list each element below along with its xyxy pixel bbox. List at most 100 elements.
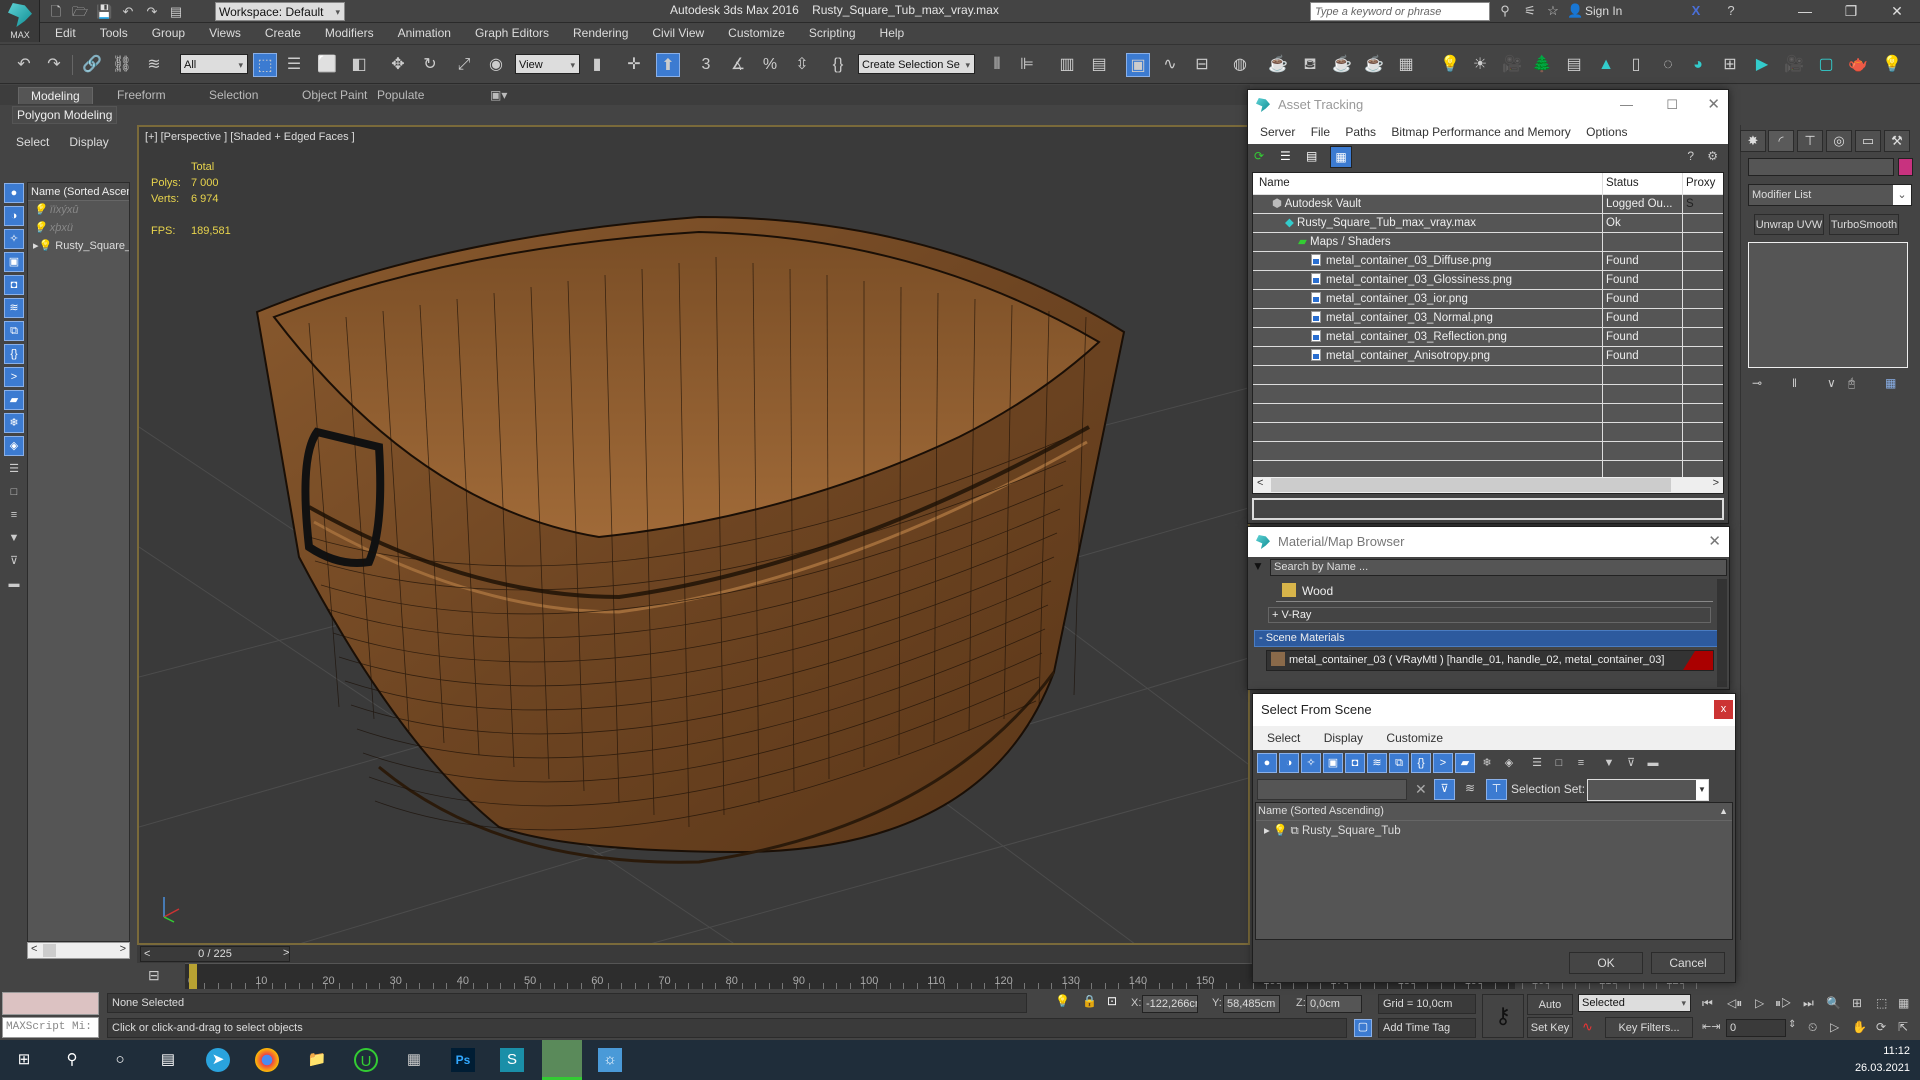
- vray-vfb-icon[interactable]: ◕: [1686, 53, 1710, 77]
- help-icon[interactable]: ?: [1723, 2, 1739, 20]
- binoculars-icon[interactable]: ⚲: [1497, 2, 1513, 20]
- object-name-field[interactable]: [1748, 158, 1894, 176]
- menu-graph-editors[interactable]: Graph Editors: [475, 23, 549, 44]
- camera-icon[interactable]: 🎥: [1500, 53, 1524, 77]
- list-item[interactable]: ▸💡 Rusty_Square_Tub: [28, 237, 129, 255]
- advanced-filter-icon[interactable]: ⊽: [1621, 753, 1641, 773]
- set-key-button[interactable]: Set Key: [1527, 1017, 1573, 1038]
- browser-vertical-scrollbar[interactable]: [1717, 579, 1727, 687]
- asset-row[interactable]: ◆ Rusty_Square_Tub_max_vray.max Ok: [1253, 214, 1723, 233]
- teapot-icon[interactable]: 🫖: [1846, 53, 1870, 77]
- photoshop-icon[interactable]: Ps: [451, 1048, 475, 1072]
- curve-editor-key-icon[interactable]: ∿: [1582, 1019, 1593, 1035]
- pivot-center-icon[interactable]: ▮: [585, 53, 609, 77]
- previous-frame-icon[interactable]: ◁⏸: [1727, 996, 1742, 1011]
- bones-filter-icon[interactable]: >: [4, 367, 24, 387]
- asset-row[interactable]: metal_container_03_Normal.png Found: [1253, 309, 1723, 328]
- scroll-right-icon[interactable]: >: [1713, 477, 1719, 489]
- percent-snap-icon[interactable]: %: [758, 53, 782, 77]
- spinner-snap-icon[interactable]: ⇳: [790, 53, 814, 77]
- explorer-menu-display[interactable]: Display: [69, 135, 108, 149]
- column-status[interactable]: Status: [1603, 173, 1683, 194]
- tree-list-icon[interactable]: ▤: [1562, 53, 1586, 77]
- frozen-filter-icon[interactable]: ❄: [1477, 753, 1497, 773]
- sign-in-button[interactable]: Sign In: [1585, 4, 1622, 18]
- minimize-button[interactable]: —: [1782, 0, 1828, 23]
- edit-named-selection-icon[interactable]: {}: [826, 53, 850, 77]
- telegram-icon[interactable]: ➤: [206, 1048, 230, 1072]
- menu-rendering[interactable]: Rendering: [573, 23, 628, 44]
- 3dsmax-taskbar-icon[interactable]: [542, 1040, 582, 1080]
- bones-filter-icon[interactable]: >: [1433, 753, 1453, 773]
- key-filters-button[interactable]: Key Filters...: [1605, 1017, 1693, 1038]
- menu-animation[interactable]: Animation: [398, 23, 451, 44]
- absolute-mode-icon[interactable]: ⊡: [1107, 994, 1117, 1008]
- render-in-cloud-icon[interactable]: ▦: [1394, 53, 1418, 77]
- browser-options-icon[interactable]: ▼: [1252, 559, 1264, 573]
- scroll-thumb[interactable]: [43, 944, 56, 957]
- save-icon[interactable]: 💾: [96, 4, 112, 20]
- redo-icon[interactable]: ↷: [144, 4, 160, 20]
- cortana-icon[interactable]: ○: [108, 1048, 132, 1072]
- column-proxy[interactable]: Proxy S: [1683, 173, 1723, 210]
- cameras-filter-icon[interactable]: ▣: [4, 252, 24, 272]
- upwork-icon[interactable]: U: [354, 1048, 378, 1072]
- select-by-name-icon[interactable]: ☰: [282, 53, 306, 77]
- spacewarps-filter-icon[interactable]: ≋: [4, 298, 24, 318]
- modifier-stack[interactable]: [1748, 242, 1908, 368]
- viewport-label[interactable]: [+] [Perspective ] [Shaded + Edged Faces…: [145, 131, 355, 143]
- create-tab-icon[interactable]: ✸: [1740, 130, 1766, 152]
- vray-group-rollout[interactable]: + V-Ray: [1268, 607, 1711, 623]
- material-editor-icon[interactable]: ◍: [1228, 53, 1252, 77]
- selection-lock-icon[interactable]: 🔒: [1082, 994, 1097, 1008]
- key-mode-dropdown[interactable]: Selected ▾: [1578, 994, 1691, 1012]
- helpers-filter-icon[interactable]: ◘: [1345, 753, 1365, 773]
- light-icon[interactable]: 💡: [1438, 53, 1462, 77]
- lights-filter-icon[interactable]: ✧: [4, 229, 24, 249]
- configure-modifier-sets-icon[interactable]: ▦: [1885, 376, 1896, 390]
- layers-icon[interactable]: ≋: [1465, 781, 1475, 795]
- exchange-icon[interactable]: X: [1688, 2, 1704, 20]
- redo-icon[interactable]: ↷: [42, 53, 66, 77]
- remove-modifier-icon[interactable]: 🖰: [1848, 376, 1855, 391]
- menu-edit[interactable]: Edit: [55, 23, 76, 44]
- menu-help[interactable]: Help: [880, 23, 905, 44]
- select-object-icon[interactable]: ⬚: [253, 53, 277, 77]
- rendered-frame-window-icon[interactable]: ⛾: [1298, 53, 1322, 77]
- select-all-icon[interactable]: ☰: [1527, 753, 1547, 773]
- restore-button[interactable]: ❐: [1828, 0, 1874, 23]
- column-name[interactable]: Name: [1253, 173, 1603, 194]
- sun-icon[interactable]: ☀: [1468, 53, 1492, 77]
- maxscript-listener-output[interactable]: [2, 992, 99, 1015]
- frame-buffer-icon[interactable]: ▢: [1814, 53, 1838, 77]
- make-unique-icon[interactable]: ∨: [1827, 376, 1836, 390]
- menu-paths[interactable]: Paths: [1345, 125, 1376, 139]
- ribbon-tab-freeform[interactable]: Freeform: [105, 87, 178, 104]
- align-icon[interactable]: ⊫: [1015, 53, 1039, 77]
- groups-filter-icon[interactable]: ⧉: [1389, 753, 1409, 773]
- explorer-horizontal-scrollbar[interactable]: < >: [27, 942, 130, 959]
- next-frame-icon[interactable]: ⏸▷: [1775, 996, 1792, 1011]
- select-all-icon[interactable]: ☰: [4, 459, 24, 479]
- bulb-settings-icon[interactable]: 💡: [1880, 53, 1904, 77]
- pin-stack-icon[interactable]: ⊸: [1752, 376, 1762, 390]
- z-coordinate-field[interactable]: 0,0cm: [1306, 995, 1362, 1013]
- asset-row[interactable]: ▰ Maps / Shaders: [1253, 233, 1723, 252]
- containers-filter-icon[interactable]: ▰: [4, 390, 24, 410]
- camera-add-icon[interactable]: 🎥: [1782, 53, 1806, 77]
- geometry-filter-icon[interactable]: ●: [4, 183, 24, 203]
- cameras-filter-icon[interactable]: ▣: [1323, 753, 1343, 773]
- select-manipulate-icon[interactable]: ✛: [622, 53, 646, 77]
- filter-icon[interactable]: ▼: [1599, 753, 1619, 773]
- menu-customize[interactable]: Customize: [1386, 731, 1443, 745]
- shapes-filter-icon[interactable]: ◑: [4, 206, 24, 226]
- key-mode-toggle-icon[interactable]: ⇤⇥: [1702, 1020, 1720, 1033]
- help-icon[interactable]: ?: [1687, 149, 1694, 163]
- advanced-filter-icon[interactable]: ⊽: [4, 551, 24, 571]
- clear-search-icon[interactable]: ✕: [1415, 781, 1427, 798]
- move-icon[interactable]: ✥: [386, 53, 410, 77]
- menu-scripting[interactable]: Scripting: [809, 23, 856, 44]
- time-slider[interactable]: < 0 / 225: [140, 946, 290, 962]
- render-iterative-icon[interactable]: ☕: [1362, 53, 1386, 77]
- next-frame-icon[interactable]: >: [283, 947, 289, 959]
